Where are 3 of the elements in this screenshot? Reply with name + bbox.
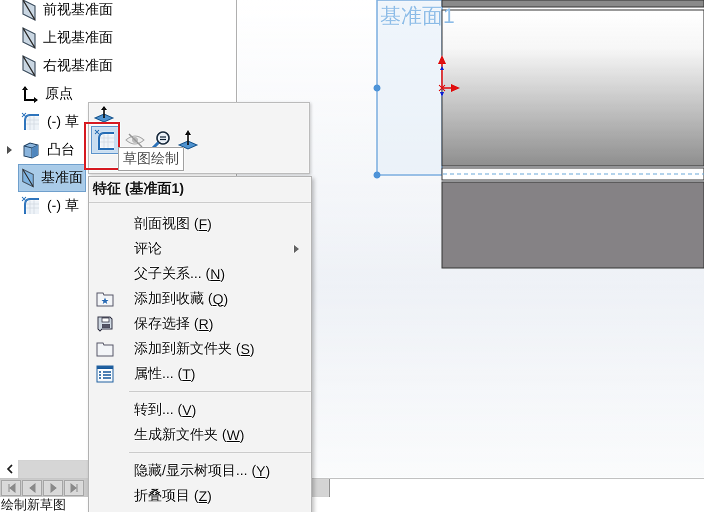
menu-title: 特征 (基准面1) [89,177,311,203]
tooltip: 草图绘制 [118,147,184,171]
status-text: 绘制新草图 [1,497,66,512]
